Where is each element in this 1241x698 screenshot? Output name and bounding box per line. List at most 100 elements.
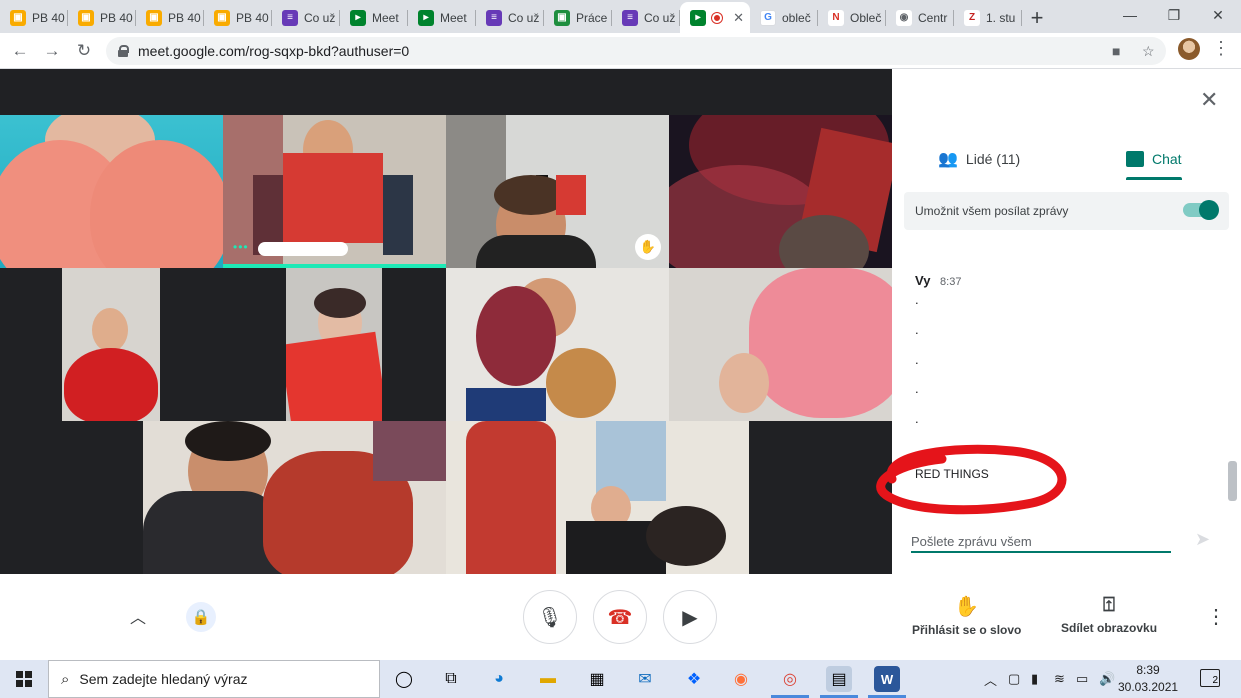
browser-tab[interactable]: ▣ PB 40 bbox=[68, 2, 136, 33]
notifications-icon[interactable]: 2 bbox=[1200, 669, 1220, 687]
chevron-up-icon[interactable]: ︿ bbox=[130, 604, 146, 628]
google-classroom-icon: ▣ bbox=[78, 9, 94, 26]
new-tab-button[interactable]: + bbox=[1022, 2, 1052, 33]
participant-video[interactable] bbox=[669, 115, 892, 268]
search-icon: ⌕ bbox=[61, 670, 70, 688]
close-window-icon[interactable]: ✕ bbox=[1195, 0, 1241, 30]
meeting-controls: ︿ 🔒 🎙 ☎ ▶ ✋ Přihlásit se o slovo ⍐ Sdíle… bbox=[0, 574, 1241, 660]
word-icon[interactable]: W bbox=[874, 666, 900, 692]
paint-icon[interactable]: ▤ bbox=[826, 666, 852, 692]
microphone-button[interactable]: 🎙 bbox=[523, 590, 577, 644]
tab-chat[interactable]: Chat bbox=[1126, 139, 1182, 179]
browser-tab[interactable]: Z 1. stu bbox=[954, 2, 1022, 33]
browser-tab[interactable]: ≡ Co už bbox=[272, 2, 340, 33]
meet-now-icon[interactable]: ▢ bbox=[1008, 660, 1020, 698]
browser-tab[interactable]: ▣ PB 40 bbox=[0, 2, 68, 33]
lock-icon bbox=[118, 45, 129, 57]
battery-icon[interactable]: ▭ bbox=[1076, 660, 1088, 698]
camera-icon[interactable]: ■ bbox=[1112, 43, 1120, 59]
tab-title: Obleč bbox=[850, 10, 882, 25]
host-controls-shield-icon[interactable]: 🔒 bbox=[186, 602, 216, 632]
participant-video[interactable]: ✋ bbox=[446, 115, 669, 268]
microphone-icon: 🎙 bbox=[537, 606, 563, 629]
profile-avatar[interactable] bbox=[1178, 38, 1200, 60]
tab-title: PB 40 bbox=[236, 10, 269, 25]
show-hidden-icons-chevron-icon[interactable]: ︿ bbox=[984, 660, 997, 698]
message-header: Vy 8:37 bbox=[915, 273, 961, 288]
chat-input[interactable]: Pošlete zprávu všem bbox=[911, 527, 1171, 553]
taskbar-search[interactable]: ⌕ Sem zadejte hledaný výraz bbox=[48, 660, 380, 698]
chat-scrollbar[interactable] bbox=[1228, 461, 1237, 501]
cortana-icon[interactable]: ◯ bbox=[391, 666, 417, 692]
browser-tab[interactable]: Gobleč bbox=[750, 2, 818, 33]
browser-tab[interactable]: N Obleč bbox=[818, 2, 886, 33]
participant-video[interactable] bbox=[143, 421, 446, 574]
send-icon[interactable]: ➤ bbox=[1195, 529, 1210, 550]
dropbox-icon[interactable]: ❖ bbox=[681, 666, 707, 692]
people-icon: 👥 bbox=[938, 151, 958, 168]
store-icon[interactable]: ▦ bbox=[584, 666, 610, 692]
reload-icon[interactable]: ↻ bbox=[68, 35, 100, 67]
more-options-icon[interactable]: ⋮ bbox=[1206, 604, 1226, 629]
firefox-icon[interactable]: ◉ bbox=[728, 666, 754, 692]
leave-call-button[interactable]: ☎ bbox=[593, 590, 647, 644]
camera-button[interactable]: ▶ bbox=[663, 590, 717, 644]
allow-messages-toggle[interactable] bbox=[1183, 200, 1219, 220]
address-bar[interactable]: meet.google.com/rog-sqxp-bkd?authuser=0 … bbox=[106, 37, 1166, 65]
participant-video[interactable]: ••• bbox=[223, 115, 446, 268]
recording-icon bbox=[712, 12, 722, 23]
close-tab-icon[interactable]: ✕ bbox=[733, 10, 744, 26]
tab-people[interactable]: 👥 Lidé (11) bbox=[938, 139, 1020, 179]
edge-icon[interactable]: ◕ bbox=[486, 666, 512, 692]
start-button[interactable] bbox=[0, 660, 48, 698]
browser-tab[interactable]: ▣ PB 40 bbox=[204, 2, 272, 33]
microphone-tray-icon[interactable]: ▮ bbox=[1031, 660, 1038, 698]
browser-tab[interactable]: ≡ Co už bbox=[476, 2, 544, 33]
tab-title: PB 40 bbox=[32, 10, 65, 25]
browser-tab[interactable]: ◉ Centr bbox=[886, 2, 954, 33]
participant-video[interactable] bbox=[286, 268, 382, 421]
message-line: . bbox=[915, 381, 919, 396]
tab-title: Meet bbox=[372, 10, 399, 25]
taskbar-clock[interactable]: 8:39 30.03.2021 bbox=[1118, 662, 1178, 696]
navigation-bar: ← → ↻ meet.google.com/rog-sqxp-bkd?authu… bbox=[0, 33, 1241, 69]
volume-icon[interactable]: 🔊 bbox=[1099, 660, 1115, 698]
bookmark-star-icon[interactable]: ☆ bbox=[1142, 43, 1155, 60]
mail-icon[interactable]: ✉ bbox=[632, 666, 658, 692]
tab-title: Práce bbox=[576, 10, 608, 25]
browser-tab[interactable]: ▸ Meet bbox=[408, 2, 476, 33]
minimize-icon[interactable]: — bbox=[1107, 0, 1153, 30]
browser-tab-active[interactable]: ▸ ✕ bbox=[680, 2, 750, 33]
windows-logo-icon bbox=[16, 671, 32, 687]
google-classroom-icon: ▣ bbox=[146, 9, 162, 26]
browser-tab[interactable]: ▣ Práce bbox=[544, 2, 612, 33]
file-explorer-icon[interactable]: ▬ bbox=[535, 666, 561, 692]
allow-messages-row: Umožnit všem posílat zprávy bbox=[904, 192, 1229, 230]
tab-title: Co už bbox=[644, 10, 676, 25]
tab-title: 1. stu bbox=[986, 10, 1016, 25]
wifi-icon[interactable]: ≋ bbox=[1054, 660, 1065, 698]
chrome-icon[interactable]: ◎ bbox=[777, 666, 803, 692]
forward-icon[interactable]: → bbox=[36, 35, 68, 67]
task-view-icon[interactable]: ⧉ bbox=[438, 666, 464, 692]
browser-menu-icon[interactable]: ⋮ bbox=[1212, 38, 1230, 59]
participant-video[interactable] bbox=[0, 115, 223, 268]
google-meet-icon: ▸ bbox=[690, 9, 706, 26]
participant-video[interactable] bbox=[446, 268, 669, 421]
close-icon[interactable]: ✕ bbox=[1200, 87, 1218, 113]
google-meet-icon: ▸ bbox=[350, 9, 366, 26]
browser-tab[interactable]: ▸ Meet bbox=[340, 2, 408, 33]
notification-count: 2 bbox=[1212, 675, 1218, 686]
message-line: . bbox=[915, 292, 919, 307]
browser-tab[interactable]: ≡ Co už bbox=[612, 2, 680, 33]
restore-icon[interactable]: ❐ bbox=[1151, 0, 1197, 30]
participant-video[interactable] bbox=[446, 421, 749, 574]
share-screen-button[interactable]: ⍐ Sdílet obrazovku bbox=[1061, 594, 1157, 635]
raise-hand-icon: ✋ bbox=[954, 596, 980, 618]
participant-video[interactable] bbox=[669, 268, 892, 421]
browser-tab[interactable]: ▣ PB 40 bbox=[136, 2, 204, 33]
back-icon[interactable]: ← bbox=[4, 35, 36, 67]
chat-input-placeholder: Pošlete zprávu všem bbox=[911, 534, 1032, 549]
raise-hand-button[interactable]: ✋ Přihlásit se o slovo bbox=[912, 594, 1021, 637]
tab-chat-label: Chat bbox=[1152, 151, 1182, 167]
